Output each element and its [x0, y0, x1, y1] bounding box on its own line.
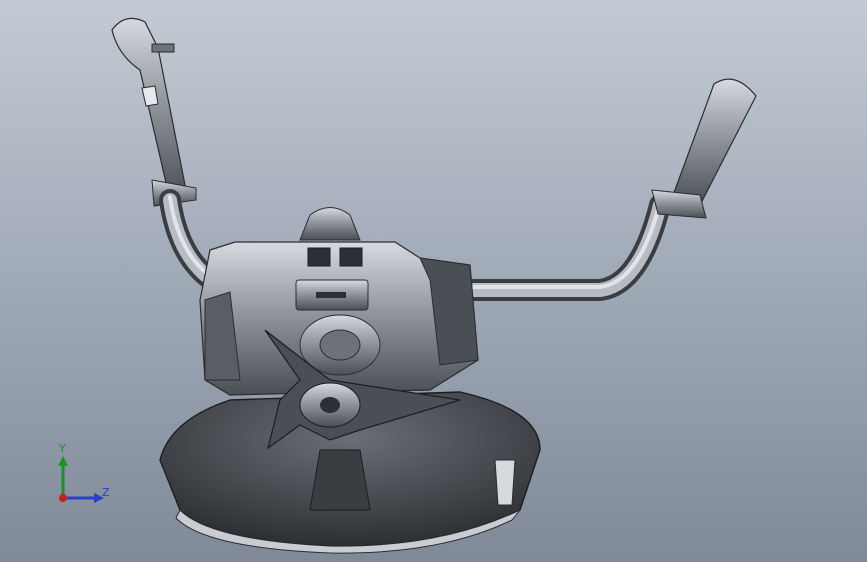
y-axis-arrow	[58, 456, 68, 466]
cad-viewport[interactable]: Y Z	[0, 0, 867, 562]
x-axis-origin	[59, 494, 67, 502]
y-axis-label: Y	[59, 442, 66, 455]
throttle-clamp	[295, 279, 369, 311]
brush-cutter-model[interactable]	[0, 0, 867, 562]
left-handle	[111, 17, 197, 207]
z-axis-label: Z	[102, 486, 110, 499]
right-handle	[651, 78, 757, 219]
